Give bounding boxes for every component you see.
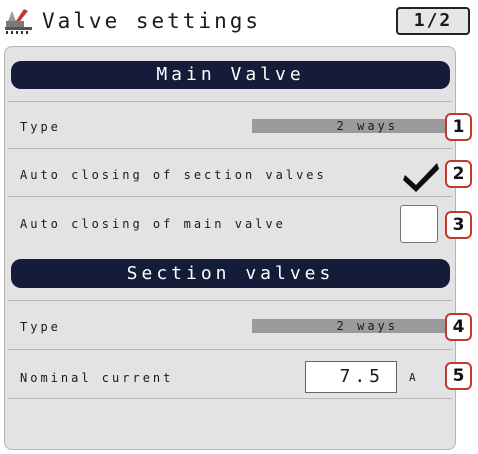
callout-badge: 5	[445, 362, 472, 390]
divider	[8, 300, 452, 301]
main-valve-type-select[interactable]: 2 ways	[252, 119, 450, 133]
callout-badge: 2	[445, 160, 472, 188]
callout-badge: 4	[445, 313, 472, 341]
section-valves-type-label: Type	[20, 320, 61, 334]
sprayer-settings-icon	[4, 5, 34, 35]
auto-close-sections-label: Auto closing of section valves	[20, 168, 327, 182]
nominal-current-unit: A	[409, 371, 417, 384]
nominal-current-label: Nominal current	[20, 371, 174, 385]
divider	[8, 148, 452, 149]
checkmark-icon	[403, 163, 439, 192]
section-valves-type-select[interactable]: 2 ways	[252, 319, 450, 333]
callout-badge: 1	[445, 113, 472, 141]
nominal-current-input[interactable]: 7.5	[305, 361, 397, 393]
divider	[8, 398, 452, 399]
auto-close-main-checkbox[interactable]	[400, 205, 438, 243]
divider	[8, 101, 452, 102]
divider	[8, 196, 452, 197]
callout-badge: 3	[445, 211, 472, 239]
page-title: Valve settings	[42, 9, 262, 33]
divider	[8, 349, 452, 350]
main-valve-type-label: Type	[20, 120, 61, 134]
page-indicator-button[interactable]: 1/2	[396, 7, 470, 35]
auto-close-sections-checkbox[interactable]	[402, 158, 440, 194]
main-valve-section-header: Main Valve	[11, 61, 450, 89]
section-valves-section-header: Section valves	[11, 259, 450, 288]
auto-close-main-label: Auto closing of main valve	[20, 217, 286, 231]
